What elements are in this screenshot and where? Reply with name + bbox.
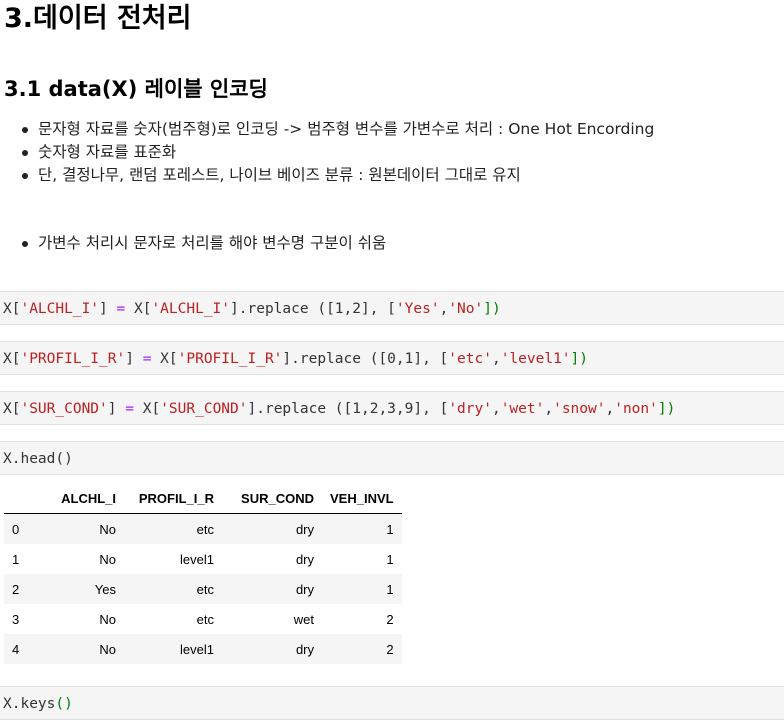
column-header: PROFIL_I_R (124, 483, 222, 514)
table-cell: No (99, 521, 116, 537)
table-row: 1 No level1 dry 1 (4, 544, 402, 574)
table-cell: dry (295, 581, 314, 597)
table-cell: 2 (386, 611, 394, 627)
column-header (4, 483, 32, 514)
column-header: ALCHL_I (32, 483, 124, 514)
table-header-row: ALCHL_I PROFIL_I_R SUR_COND VEH_INVL (4, 483, 402, 514)
table-cell: etc (196, 611, 214, 627)
table-cell: level1 (180, 641, 214, 657)
table-cell: 1 (386, 521, 394, 537)
table-row: 0 No etc dry 1 (4, 513, 402, 544)
code-cell-keys[interactable]: X.keys() (0, 686, 784, 720)
code-cell-head[interactable]: X.head() (0, 441, 784, 475)
list-item: 단, 결정나무, 랜덤 포레스트, 나이브 베이즈 분류 : 원본데이터 그대로… (0, 164, 654, 187)
table-cell: etc (196, 521, 214, 537)
table-cell: etc (196, 581, 214, 597)
row-index: 1 (12, 551, 20, 567)
column-header: SUR_COND (222, 483, 322, 514)
table-cell: dry (295, 551, 314, 567)
subsection-heading: 3.1 data(X) 레이블 인코딩 (4, 77, 268, 101)
section-heading: 3.데이터 전처리 (4, 3, 192, 34)
table-cell: No (99, 611, 116, 627)
list-item: 숫자형 자료를 표준화 (0, 141, 654, 164)
list-item: 문자형 자료를 숫자(범주형)로 인코딩 -> 범주형 변수를 가변수로 처리 … (0, 118, 654, 141)
table-cell: Yes (94, 581, 116, 597)
row-index: 3 (12, 611, 20, 627)
table-cell: No (99, 641, 116, 657)
table-row: 4 No level1 dry 2 (4, 634, 402, 664)
table-cell: dry (295, 641, 314, 657)
table-cell: wet (293, 611, 314, 627)
table-cell: level1 (180, 551, 214, 567)
code-cell-sur-cond[interactable]: X['SUR_COND'] = X['SUR_COND'].replace ([… (0, 391, 784, 425)
table-cell: dry (295, 521, 314, 537)
code-cell-alchl[interactable]: X['ALCHL_I'] = X['ALCHL_I'].replace ([1,… (0, 291, 784, 325)
bullet-list: 문자형 자료를 숫자(범주형)로 인코딩 -> 범주형 변수를 가변수로 처리 … (0, 118, 654, 187)
code-cell-profil[interactable]: X['PROFIL_I_R'] = X['PROFIL_I_R'].replac… (0, 341, 784, 375)
bullet-list-2: 가변수 처리시 문자로 처리를 해야 변수명 구분이 쉬움 (0, 232, 386, 255)
table-row: 2 Yes etc dry 1 (4, 574, 402, 604)
table-cell: No (99, 551, 116, 567)
table-row: 3 No etc wet 2 (4, 604, 402, 634)
row-index: 4 (12, 641, 20, 657)
table-cell: 1 (386, 581, 394, 597)
row-index: 0 (12, 521, 20, 537)
list-item: 가변수 처리시 문자로 처리를 해야 변수명 구분이 쉬움 (0, 232, 386, 255)
table-cell: 2 (386, 641, 394, 657)
row-index: 2 (12, 581, 20, 597)
column-header: VEH_INVL (322, 483, 402, 514)
dataframe-output: ALCHL_I PROFIL_I_R SUR_COND VEH_INVL 0 N… (4, 483, 402, 664)
table-cell: 1 (386, 551, 394, 567)
